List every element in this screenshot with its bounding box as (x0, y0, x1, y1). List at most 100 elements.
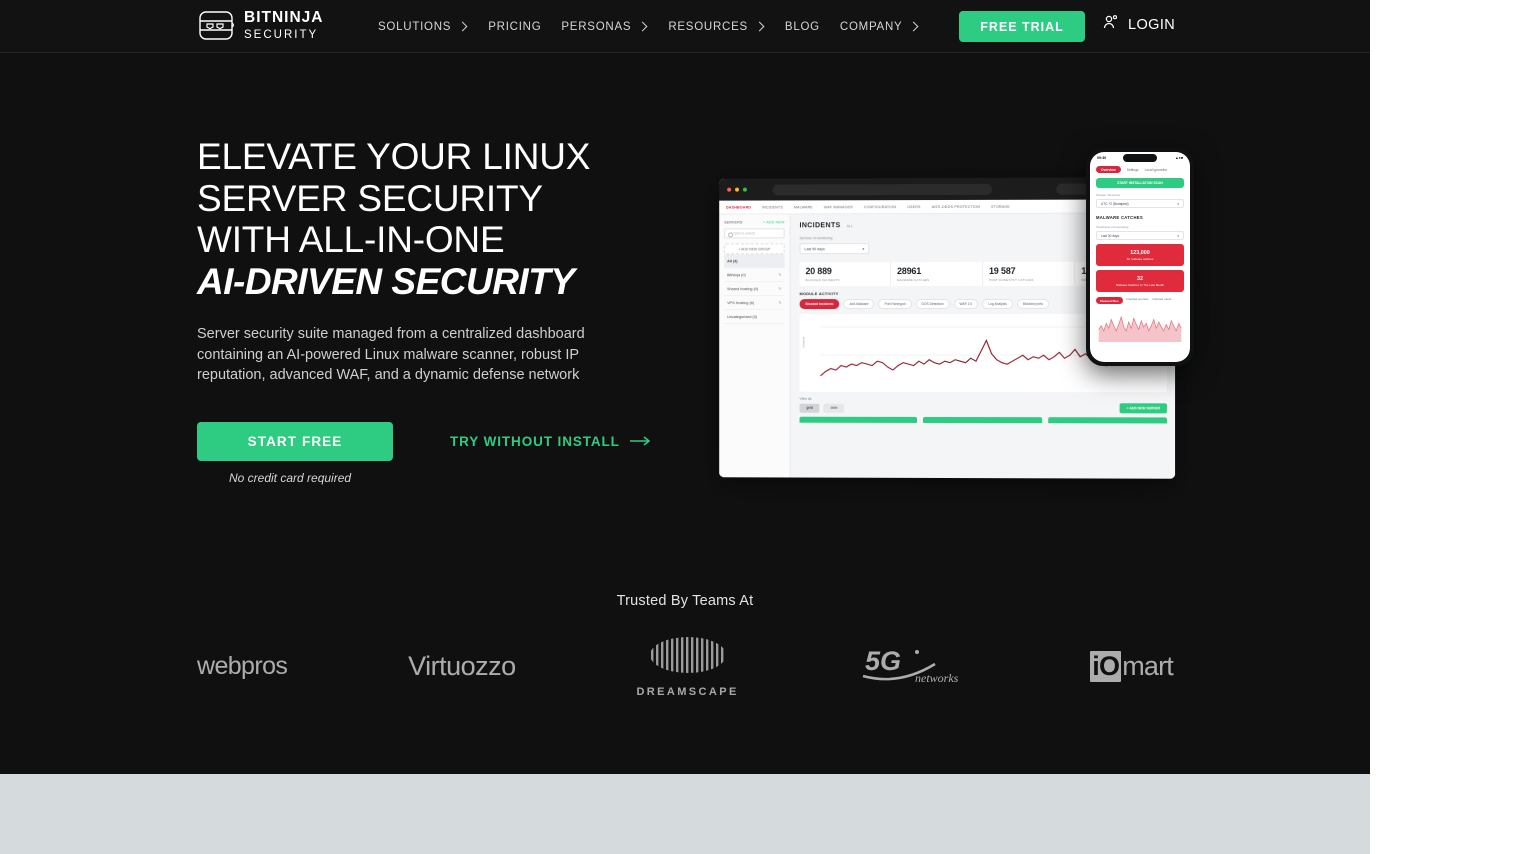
phone-card-all-malware-catches: 123,000 All malware catches (1096, 244, 1184, 266)
arrow-right-icon (629, 434, 652, 449)
logo-webpros: webpros (197, 652, 288, 681)
iomart-wordmark: iO mart (1090, 650, 1174, 682)
nav-item-company[interactable]: COMPANY (840, 21, 940, 33)
sidebar-group-vps-hosting[interactable]: VPS Hosting (6) ✎ (724, 296, 785, 311)
phone-content: Overview Settings Local Ignorelist START… (1090, 163, 1190, 351)
dashboard-menu-item[interactable]: DASHBOARD (726, 205, 751, 209)
module-tab-waf[interactable]: WAF 2.0 (953, 298, 979, 309)
phone-chip-cleaned-files[interactable]: Cleaned files (1096, 297, 1123, 304)
dashboard-menu-item[interactable]: MALWARE (794, 205, 813, 209)
logo-5g-networks: 5G networks (859, 642, 969, 691)
phone-start-scan-button[interactable]: START INSTALLATION SCAN (1096, 178, 1184, 188)
phone-period-select[interactable]: Last 30 days ▾ (1096, 231, 1184, 240)
view-table-button[interactable]: table (823, 403, 845, 413)
phone-tab-overview[interactable]: Overview (1096, 166, 1121, 173)
no-credit-card-note: No credit card required (229, 471, 352, 485)
iomart-suffix: mart (1122, 650, 1174, 681)
view-grid-button[interactable]: grid (799, 403, 820, 413)
svg-text:5G: 5G (865, 646, 901, 676)
module-tab-blocked-ports[interactable]: Blocked ports (1016, 298, 1049, 309)
sidebar-group-label: All (3) (727, 258, 738, 263)
module-tab-blocked-incidents[interactable]: Blocked Incidents (799, 299, 840, 310)
phone-card-label: Malware Catches In The Last Month (1115, 282, 1165, 287)
server-card[interactable] (923, 416, 1042, 424)
svg-text:networks: networks (915, 671, 959, 685)
sidebar-group-shared-hosting[interactable]: Shared hosting (0) ✎ (724, 282, 785, 297)
view-as-label: View as: (799, 396, 813, 401)
hero-text-block: ELEVATE YOUR LINUX SERVER SECURITY WITH … (197, 136, 667, 386)
brand-logo[interactable]: BITNINJA SECURITY (197, 9, 323, 42)
nav-item-solutions[interactable]: SOLUTIONS (378, 21, 488, 33)
chevron-right-icon (908, 21, 919, 31)
logo-dreamscape: DREAMSCAPE (636, 635, 738, 698)
dashboard-menu-item[interactable]: WAF MANAGER (824, 205, 853, 209)
iomart-prefix: iO (1090, 650, 1122, 682)
dashboard-sidebar: SERVERS + ADD NEW Type to search + ADD N… (719, 214, 791, 478)
stat-value: 19 587 (989, 265, 1016, 276)
sidebar-group-label: Shared hosting (0) (727, 286, 759, 291)
hero-title-line-4: AI-DRIVEN SECURITY (197, 260, 575, 302)
nav-item-pricing[interactable]: PRICING (488, 21, 561, 33)
hero-title-line-2: SERVER SECURITY (197, 177, 543, 219)
free-trial-button[interactable]: FREE TRIAL (959, 11, 1085, 42)
phone-card-monthly-malware-catches: 32 Malware Catches In The Last Month (1096, 270, 1184, 292)
server-card[interactable] (1047, 417, 1167, 424)
nav-item-label: SOLUTIONS (378, 20, 452, 33)
logo-iomart: iO mart (1090, 650, 1174, 682)
phone-chip-infected-sources[interactable]: Infected sources (1127, 297, 1149, 304)
sidebar-group-bitninja[interactable]: BitNinja (0) ✎ (724, 268, 785, 283)
phone-tab-settings[interactable]: Settings (1127, 168, 1139, 172)
phone-chip-infected-users[interactable]: Infected users (1153, 297, 1172, 304)
sidebar-group-all[interactable]: All (3) (724, 254, 785, 269)
sidebar-group-label: BitNinja (0) (727, 272, 746, 277)
time-filter-value: Last 90 days (804, 246, 825, 251)
dashboard-menu-item[interactable]: USERS (907, 205, 920, 209)
chevron-down-icon: ▾ (862, 246, 865, 251)
edit-pencil-icon[interactable]: ✎ (778, 272, 781, 277)
nav-item-label: PRICING (488, 20, 542, 33)
edit-pencil-icon[interactable]: ✎ (778, 300, 781, 305)
phone-timezone-value: UTC +2 (Budapest) (1101, 201, 1129, 206)
sidebar-add-new-button[interactable]: + ADD NEW (763, 220, 785, 224)
phone-timezone-select[interactable]: UTC +2 (Budapest) ▾ (1096, 199, 1184, 208)
stat-value: 28961 (897, 266, 922, 277)
hero-title-line-3: WITH ALL-IN-ONE (197, 219, 505, 260)
nav-item-blog[interactable]: BLOG (785, 21, 840, 33)
nav-item-resources[interactable]: RESOURCES (668, 21, 785, 33)
phone-tab-local-ignorelist[interactable]: Local Ignorelist (1145, 168, 1167, 172)
hero-product-screenshot: DASHBOARD INCIDENTS MALWARE WAF MANAGER … (700, 130, 1220, 479)
module-tab-dos-detection[interactable]: DOS Detection (915, 298, 950, 310)
dashboard-menu-item[interactable]: CONFIGURATION (864, 205, 896, 209)
edit-pencil-icon[interactable]: ✎ (778, 286, 781, 291)
phone-section-title: MALWARE CATCHES (1096, 215, 1143, 220)
sidebar-search-input[interactable]: Type to search (724, 228, 785, 239)
stat-label: BLOCKED INCIDENTS (805, 278, 840, 283)
brand-subtitle: SECURITY (244, 28, 319, 41)
module-tab-log-analysis[interactable]: Log Analysis (982, 298, 1013, 309)
partner-logos: webpros Virtuozzo DREAMSCAPE 5G networks… (197, 630, 1174, 702)
window-minimize-dot (735, 187, 740, 192)
dashboard-menu-item[interactable]: INCIDENTS (762, 205, 783, 209)
dashboard-menu-item[interactable]: STORAGE (991, 204, 1010, 208)
hero-subtitle: Server security suite managed from a cen… (197, 326, 585, 383)
module-tab-anti-malware[interactable]: Anti-Malware (843, 299, 875, 310)
module-tab-port-honeypot[interactable]: Port Honeypot (878, 299, 912, 310)
dreamscape-mark-icon (649, 635, 727, 680)
try-without-install-link[interactable]: TRY WITHOUT INSTALL (450, 434, 652, 449)
hero-title-line-1: ELEVATE YOUR LINUX (197, 136, 591, 177)
nav-item-personas[interactable]: PERSONAS (561, 21, 668, 33)
login-link[interactable]: LOGIN (1102, 14, 1175, 35)
start-free-button[interactable]: START FREE (197, 422, 393, 461)
server-card[interactable] (799, 416, 918, 423)
phone-screen: 09:30 ▲●■ Overview Settings Local Ignore… (1090, 152, 1190, 362)
chart-y-axis-label: Incidents (801, 336, 806, 348)
add-new-server-button[interactable]: + ADD NEW SERVER (1119, 403, 1167, 414)
sidebar-group-uncategorized[interactable]: Uncategorized (3) (724, 310, 785, 325)
chevron-right-icon (754, 21, 765, 31)
add-new-group-button[interactable]: + ADD NEW GROUP (724, 243, 785, 255)
dashboard-menu-item[interactable]: ANTI-DDOS PROTECTION (932, 204, 980, 208)
phone-chips: Cleaned files Infected sources Infected … (1096, 297, 1184, 304)
phone-period-label: Timeframe of monitoring (1096, 225, 1129, 229)
stat-blocked-incidents: 20 889 BLOCKED INCIDENTS (799, 262, 892, 287)
time-filter-select[interactable]: Last 90 days ▾ (799, 243, 870, 255)
